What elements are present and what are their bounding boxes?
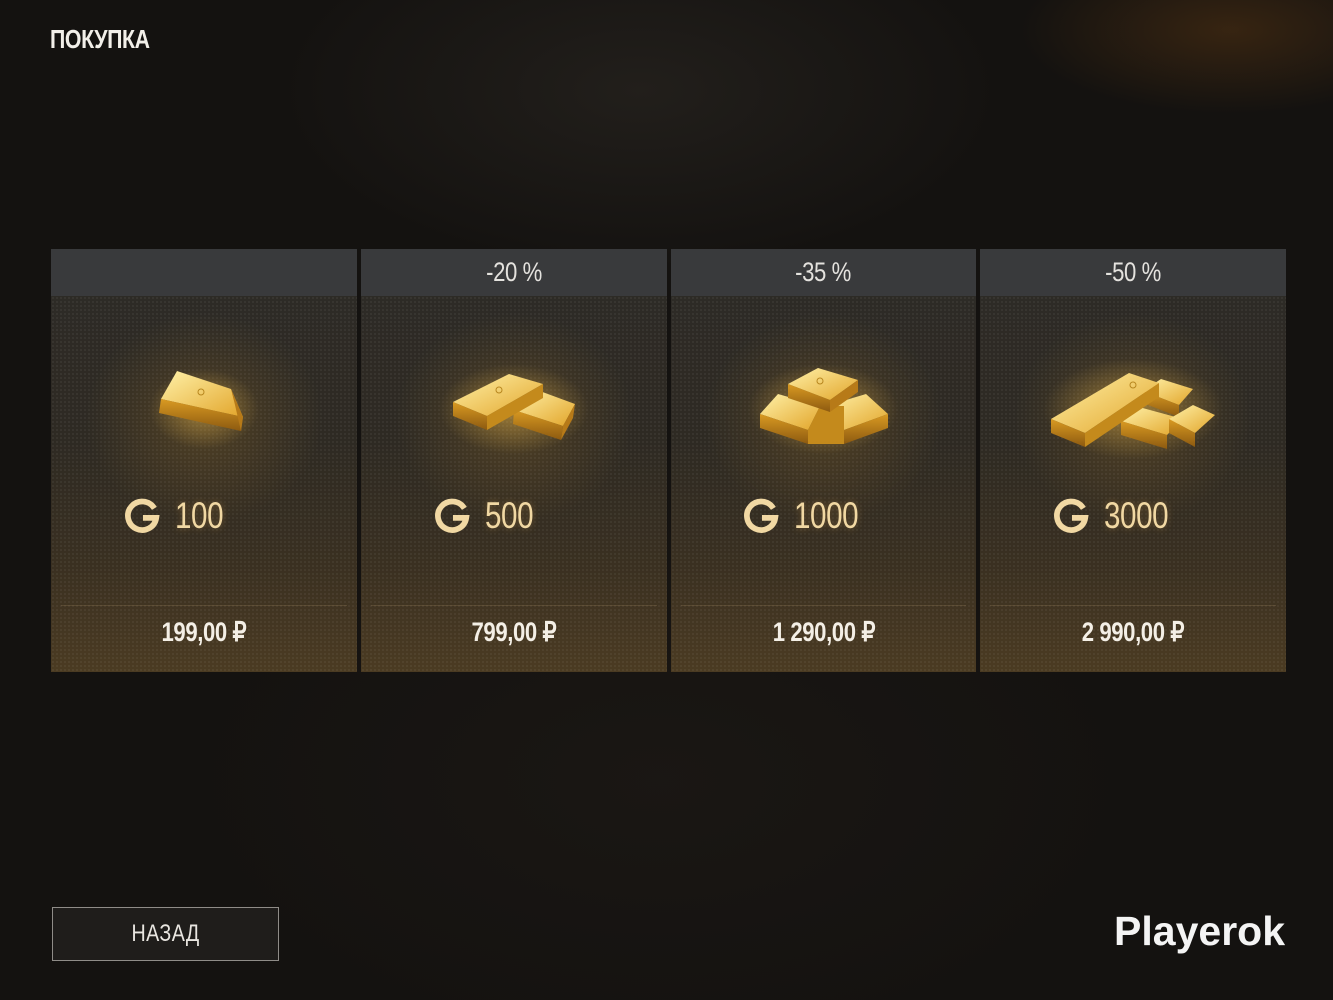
- card-header: -35 %: [670, 249, 977, 296]
- offer-list: 100 199,00 ₽ -20 % 500 799,00 ₽ -35 % 10…: [51, 249, 1286, 672]
- card-header: -20 %: [360, 249, 667, 296]
- page-title: ПОКУПКА: [50, 24, 150, 54]
- gold-amount: 1000: [794, 495, 859, 536]
- watermark-logo: Playerok: [1114, 908, 1285, 954]
- gold-bar-icon: [671, 334, 977, 474]
- discount-badge: -50 %: [1105, 257, 1162, 287]
- back-button[interactable]: НАЗАД: [52, 907, 279, 961]
- purchase-screen: ПОКУПКА 100 199,00 ₽ -20 % 500 799,00 ₽ …: [0, 0, 1333, 1000]
- divider: [680, 605, 967, 606]
- card-header: -50 %: [980, 249, 1286, 296]
- gold-g-icon: [124, 498, 160, 533]
- divider: [990, 605, 1276, 606]
- gold-g-icon: [744, 498, 779, 533]
- discount-badge: -20 %: [485, 257, 542, 287]
- back-button-label: НАЗАД: [131, 920, 200, 947]
- gold-bar-icon: [51, 334, 357, 474]
- price-label: 199,00 ₽: [161, 617, 247, 647]
- gold-g-icon: [1054, 498, 1089, 533]
- gold-bar-icon: [361, 334, 667, 474]
- discount-badge: -35 %: [795, 257, 852, 287]
- gold-bar-icon: [980, 334, 1286, 474]
- divider: [61, 605, 347, 606]
- amount-row: 1000: [671, 495, 977, 537]
- offer-card-1000[interactable]: -35 % 1000 1 290,00 ₽: [670, 249, 977, 672]
- gold-amount: 500: [484, 495, 534, 536]
- gold-g-icon: [434, 498, 470, 533]
- price-label: 2 990,00 ₽: [1081, 617, 1185, 647]
- price-label: 1 290,00 ₽: [772, 617, 875, 647]
- offer-card-100[interactable]: 100 199,00 ₽: [51, 249, 357, 672]
- amount-row: 100: [51, 495, 357, 537]
- price-label: 799,00 ₽: [471, 617, 556, 647]
- gold-amount: 100: [174, 495, 224, 536]
- offer-card-3000[interactable]: -50 % 3000 2 990,00 ₽: [980, 249, 1286, 672]
- offer-card-500[interactable]: -20 % 500 799,00 ₽: [360, 249, 667, 672]
- divider: [370, 605, 657, 606]
- amount-row: 500: [361, 495, 667, 537]
- amount-row: 3000: [980, 495, 1286, 537]
- card-header: [51, 249, 357, 296]
- gold-amount: 3000: [1104, 495, 1169, 536]
